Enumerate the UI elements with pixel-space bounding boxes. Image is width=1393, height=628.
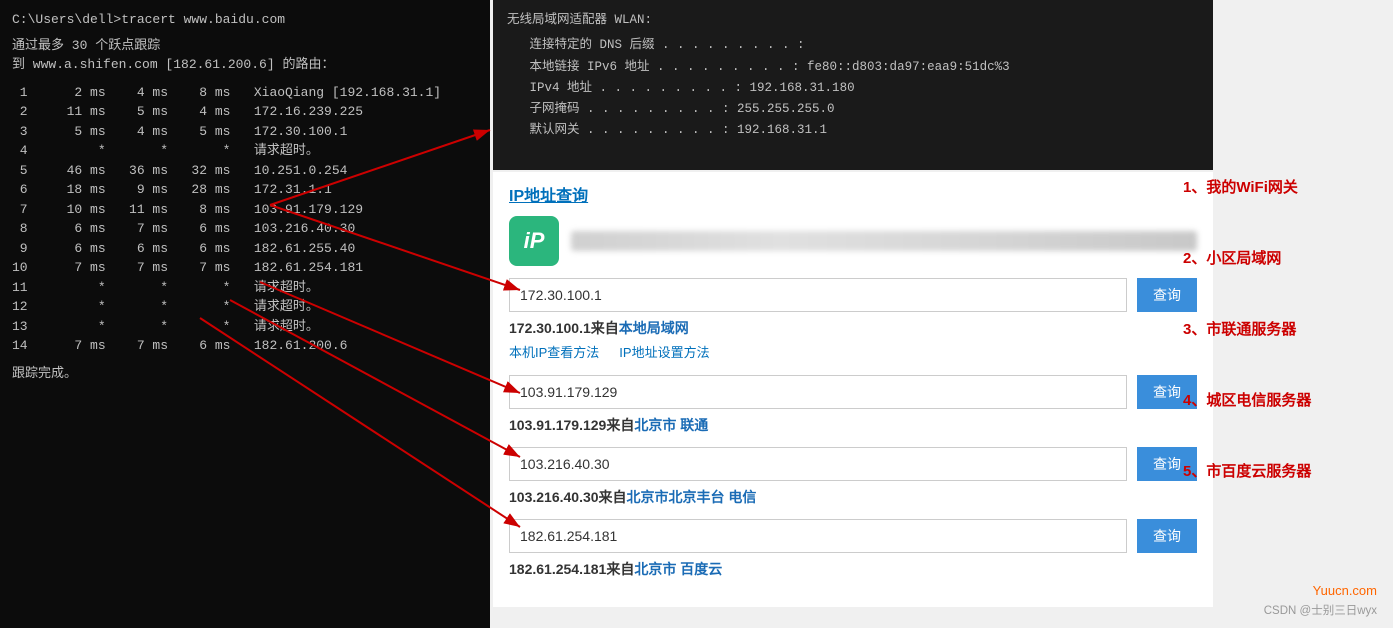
- terminal-row: 10 7 ms 7 ms 7 ms 182.61.254.181: [12, 258, 478, 278]
- ip-input-field[interactable]: [509, 278, 1127, 312]
- terminal-row: 14 7 ms 7 ms 6 ms 182.61.200.6: [12, 336, 478, 356]
- network-line: 本地链接 IPv6 地址 . . . . . . . . . : fe80::d…: [507, 57, 1199, 78]
- terminal-row: 6 18 ms 9 ms 28 ms 172.31.1.1: [12, 180, 478, 200]
- terminal-footer: 跟踪完成。: [12, 364, 478, 384]
- network-line: 连接特定的 DNS 后缀 . . . . . . . . . :: [507, 35, 1199, 56]
- terminal-row: 1 2 ms 4 ms 8 ms XiaoQiang [192.168.31.1…: [12, 83, 478, 103]
- terminal-line2: 到 www.a.shifen.com [182.61.200.6] 的路由：: [12, 55, 478, 75]
- terminal-row: 5 46 ms 36 ms 32 ms 10.251.0.254: [12, 161, 478, 181]
- terminal-row: 8 6 ms 7 ms 6 ms 103.216.40.30: [12, 219, 478, 239]
- ip-section: 查询 103.91.179.129来自北京市 联通: [509, 375, 1197, 435]
- network-line: 默认网关 . . . . . . . . . : 192.168.31.1: [507, 120, 1199, 141]
- terminal-row: 11 * * * 请求超时。: [12, 278, 478, 298]
- ip-lookup-title[interactable]: IP地址查询: [509, 182, 1197, 206]
- ip-input-row: 查询: [509, 278, 1197, 312]
- ip-entries: 查询172.30.100.1来自本地局域网本机IP查看方法IP地址设置方法查询1…: [509, 278, 1197, 579]
- terminal-rows: 1 2 ms 4 ms 8 ms XiaoQiang [192.168.31.1…: [12, 83, 478, 356]
- ip-section: 查询 103.216.40.30来自北京市北京丰台 电信: [509, 447, 1197, 507]
- ip-input-row: 查询: [509, 447, 1197, 481]
- terminal-row: 12 * * * 请求超时。: [12, 297, 478, 317]
- ip-result: 103.91.179.129来自北京市 联通: [509, 415, 1197, 435]
- ip-input-field[interactable]: [509, 447, 1127, 481]
- watermark: Yuucn.com: [1313, 583, 1377, 598]
- ip-links: 本机IP查看方法 IP地址设置方法: [509, 342, 1197, 361]
- ip-section: 查询 182.61.254.181来自北京市 百度云: [509, 519, 1197, 579]
- terminal-row: 4 * * * 请求超时。: [12, 141, 478, 161]
- ip-input-row: 查询: [509, 519, 1197, 553]
- csdn-credit: CSDN @士别三日wyx: [1264, 602, 1377, 618]
- ip-result: 182.61.254.181来自北京市 百度云: [509, 559, 1197, 579]
- ip-logo-row: iP: [509, 216, 1197, 266]
- network-panel-title: 无线局域网适配器 WLAN:: [507, 10, 1199, 31]
- terminal-panel: C:\Users\dell>tracert www.baidu.com 通过最多…: [0, 0, 490, 628]
- terminal-row: 7 10 ms 11 ms 8 ms 103.91.179.129: [12, 200, 478, 220]
- local-ip-link[interactable]: 本机IP查看方法: [509, 342, 599, 361]
- ip-logo: iP: [509, 216, 559, 266]
- ip-result: 103.216.40.30来自北京市北京丰台 电信: [509, 487, 1197, 507]
- ip-section: 查询 172.30.100.1来自本地局域网本机IP查看方法 IP地址设置方法: [509, 278, 1197, 361]
- terminal-row: 13 * * * 请求超时。: [12, 317, 478, 337]
- terminal-row: 9 6 ms 6 ms 6 ms 182.61.255.40: [12, 239, 478, 259]
- ip-input-field[interactable]: [509, 519, 1127, 553]
- annotation-item-3: 3、市联通服务器: [1183, 319, 1383, 340]
- ip-settings-link[interactable]: IP地址设置方法: [619, 342, 709, 361]
- ip-logo-blur: [571, 231, 1197, 251]
- ip-input-field[interactable]: [509, 375, 1127, 409]
- terminal-row: 2 11 ms 5 ms 4 ms 172.16.239.225: [12, 102, 478, 122]
- network-line: IPv4 地址 . . . . . . . . . : 192.168.31.1…: [507, 78, 1199, 99]
- terminal-prompt: C:\Users\dell>tracert www.baidu.com: [12, 10, 478, 30]
- annotation-item-5: 5、市百度云服务器: [1183, 461, 1383, 482]
- annotation-item-1: 1、我的WiFi网关: [1183, 177, 1383, 198]
- annotation-item-4: 4、城区电信服务器: [1183, 390, 1383, 411]
- terminal-row: 3 5 ms 4 ms 5 ms 172.30.100.1: [12, 122, 478, 142]
- terminal-line1: 通过最多 30 个跃点跟踪: [12, 36, 478, 56]
- network-lines: 连接特定的 DNS 后缀 . . . . . . . . . : 本地链接 IP…: [507, 35, 1199, 141]
- annotation-item-2: 2、小区局域网: [1183, 248, 1383, 269]
- ip-lookup-panel: IP地址查询 iP 查询 172.30.100.1来自本地局域网本机IP查看方法 I…: [493, 172, 1213, 607]
- annotation-items: 1、我的WiFi网关 2、小区局域网 3、市联通服务器 4、城区电信服务器 5、市百度云…: [1183, 147, 1383, 482]
- ip-input-row: 查询: [509, 375, 1197, 409]
- network-info-panel: 无线局域网适配器 WLAN: 连接特定的 DNS 后缀 . . . . . . …: [493, 0, 1213, 170]
- network-line: 子网掩码 . . . . . . . . . : 255.255.255.0: [507, 99, 1199, 120]
- ip-result: 172.30.100.1来自本地局域网: [509, 318, 1197, 338]
- annotations-panel: 1、我的WiFi网关 2、小区局域网 3、市联通服务器 4、城区电信服务器 5、市百度云…: [1183, 0, 1383, 628]
